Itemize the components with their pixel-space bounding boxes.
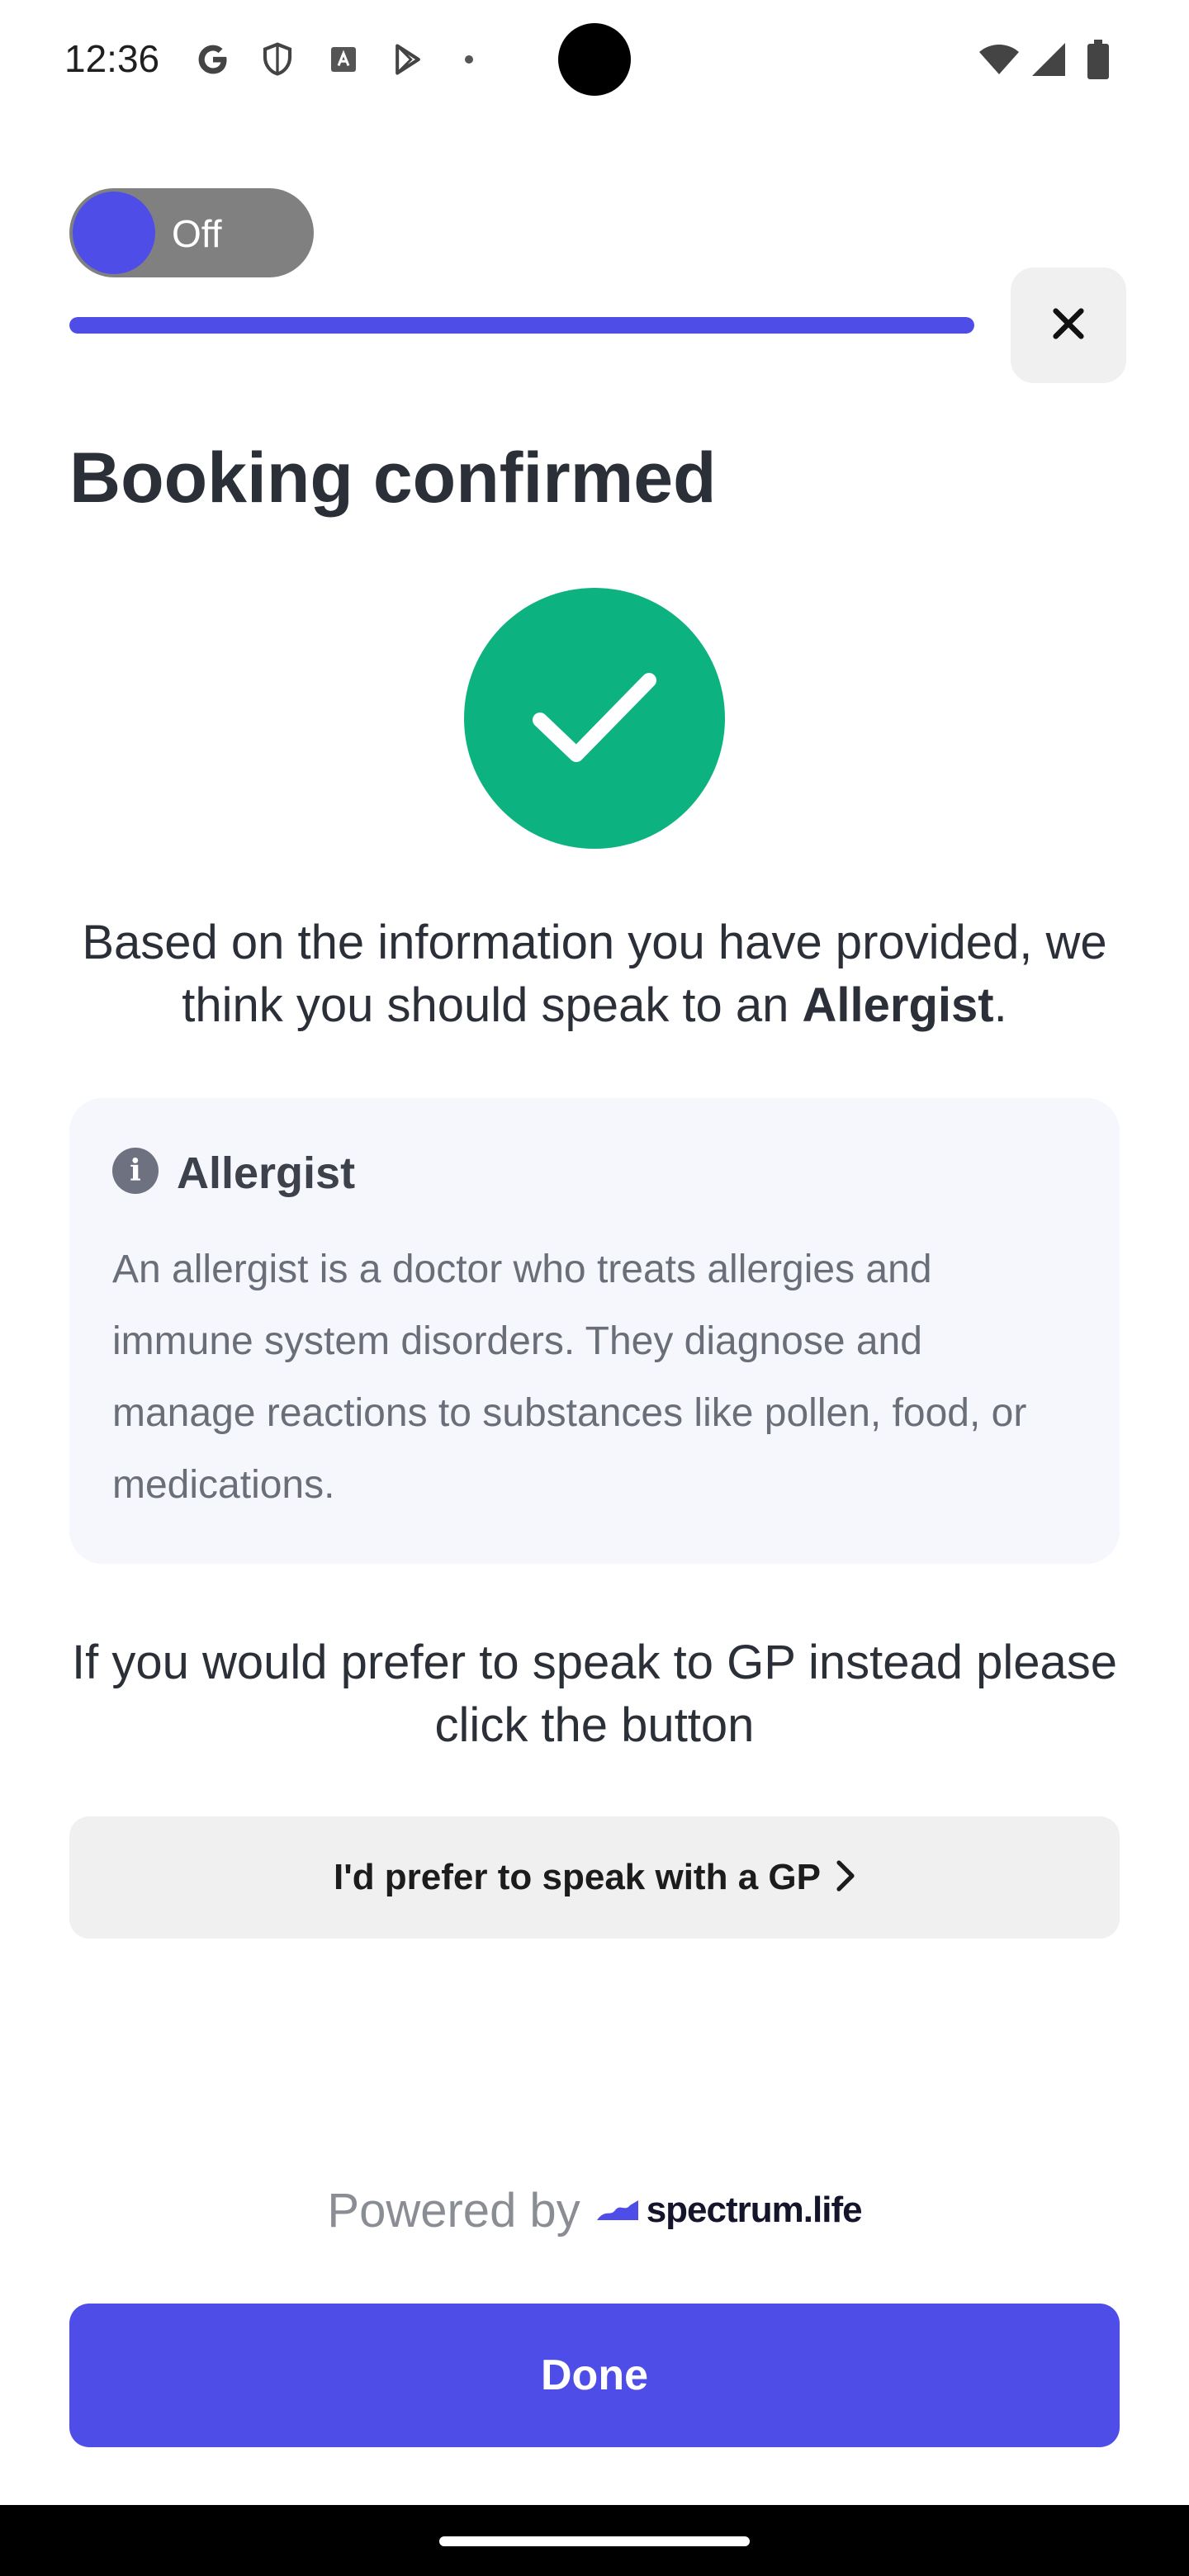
info-card-body: An allergist is a doctor who treats alle… [112, 1248, 1027, 1507]
chevron-right-icon [834, 1859, 855, 1896]
text-a-icon [324, 40, 363, 79]
recommendation-suffix: . [993, 978, 1007, 1032]
dot-icon [459, 40, 479, 79]
camera-cutout [558, 23, 631, 96]
close-button[interactable] [1011, 268, 1126, 383]
wifi-icon [976, 40, 1022, 79]
prefer-gp-button-label: I'd prefer to speak with a GP [334, 1857, 821, 1897]
system-navigation-bar [0, 2505, 1189, 2576]
toggle-label: Off [172, 212, 222, 255]
google-icon [193, 40, 233, 79]
done-button-label: Done [541, 2351, 648, 2399]
prefer-gp-button[interactable]: I'd prefer to speak with a GP [69, 1816, 1120, 1939]
recommendation-text: Based on the information you have provid… [66, 912, 1123, 1037]
signal-icon [1029, 40, 1068, 79]
success-check-icon [464, 588, 725, 849]
play-store-icon [386, 40, 429, 79]
toggle-knob [73, 192, 155, 274]
info-card-title: Allergist [177, 1148, 356, 1198]
status-bar: 12:36 [0, 0, 1189, 124]
powered-by: Powered by spectrum.life [0, 2173, 1189, 2247]
page-title: Booking confirmed [69, 438, 717, 518]
accessibility-toggle[interactable]: Off [69, 188, 314, 277]
done-button[interactable]: Done [69, 2304, 1120, 2447]
gp-prompt-text: If you would prefer to speak to GP inste… [71, 1636, 1118, 1752]
spectrum-life-logo: spectrum.life [595, 2190, 863, 2231]
specialist-info-card: i Allergist An allergist is a doctor who… [69, 1098, 1120, 1564]
battery-icon [1083, 40, 1113, 79]
status-time: 12:36 [64, 37, 160, 80]
progress-bar [69, 317, 974, 334]
info-icon: i [112, 1148, 159, 1194]
shield-icon [258, 40, 297, 79]
home-indicator[interactable] [439, 2536, 750, 2546]
progress-fill [69, 317, 974, 334]
recommended-specialist: Allergist [802, 978, 994, 1032]
close-icon [1049, 305, 1087, 347]
powered-by-text: Powered by [327, 2183, 580, 2237]
brand-name: spectrum.life [646, 2190, 863, 2230]
